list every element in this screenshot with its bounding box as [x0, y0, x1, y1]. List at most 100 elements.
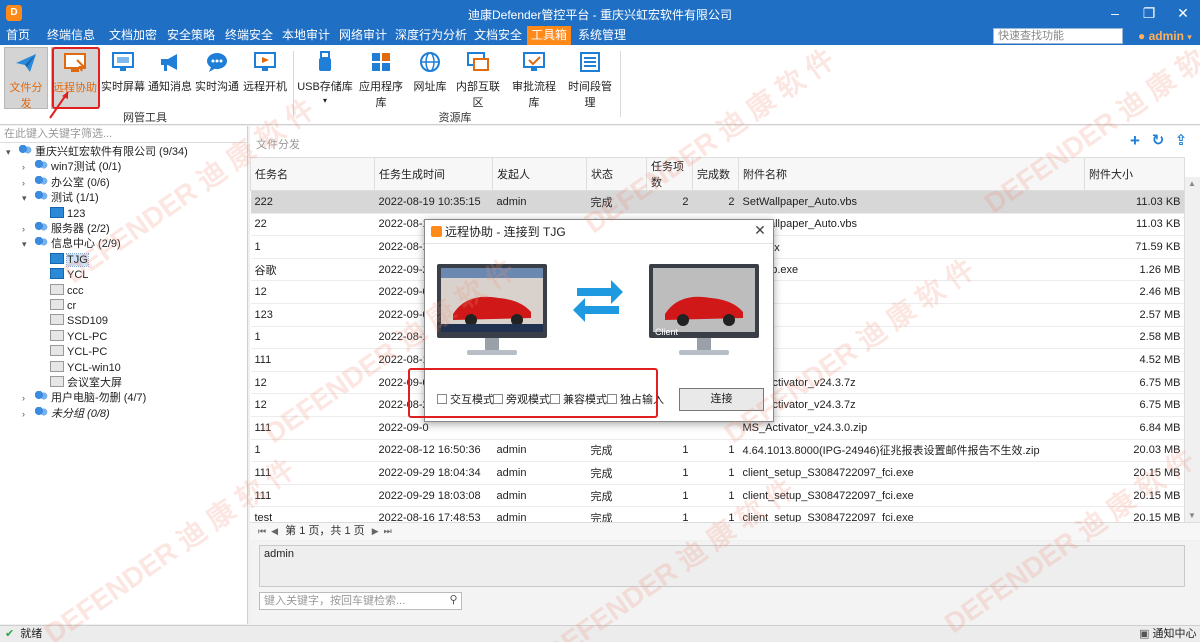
export-icon[interactable]: ⇪ [1172, 132, 1190, 150]
search-icon[interactable]: ⚲ [446, 593, 461, 609]
tree-node[interactable]: TJG [38, 252, 89, 268]
group-label-resources: 资源库 [438, 112, 472, 124]
tree-node[interactable]: ccc [38, 283, 84, 299]
connect-button[interactable]: 连接 [679, 388, 764, 411]
column-header[interactable]: 附件大小 [1084, 157, 1185, 191]
table-cell: 1 [646, 484, 693, 508]
user-menu[interactable]: ● admin ▾ [1138, 28, 1192, 45]
column-header[interactable]: 状态 [586, 157, 647, 191]
table-cell: 完成 [586, 439, 647, 463]
remote-boot-button[interactable]: 远程开机 [242, 47, 288, 109]
expand-right-icon[interactable]: › [22, 175, 34, 191]
tree-node[interactable]: 123 [38, 206, 85, 222]
table-cell: cx [738, 348, 1085, 372]
menu-bar: 首页 终端信息 文档加密 安全策略 终端安全 本地审计 网络审计 深度行为分析 … [0, 26, 1200, 45]
url-library-button[interactable]: 网址库 [410, 47, 450, 109]
usb-icon [319, 51, 331, 71]
table-row[interactable]: 111 2022-09-29 18:04:34 admin 完成 1 1 client_se… [250, 461, 1185, 485]
app-library-button[interactable]: 应用程序库 [355, 47, 407, 109]
column-header[interactable]: 附件名称 [738, 157, 1085, 191]
column-header[interactable]: 任务名 [250, 157, 375, 191]
table-cell: 111 [250, 416, 375, 440]
expand-down-icon[interactable]: ▾ [6, 144, 18, 160]
menu-doc-security[interactable]: 文档安全 [470, 26, 526, 45]
column-header[interactable]: 完成数 [692, 157, 739, 191]
table-row[interactable]: 222 2022-08-19 10:35:15 admin 完成 2 2 SetWallpa… [250, 190, 1185, 214]
scroll-down-icon[interactable]: ▼ [1188, 511, 1196, 520]
tree-node[interactable]: cr [38, 298, 76, 314]
menu-security-policy[interactable]: 安全策略 [162, 26, 220, 45]
column-header[interactable]: 发起人 [492, 157, 587, 191]
first-page-icon[interactable]: ⏮ [258, 526, 266, 536]
tree-node[interactable]: SSD109 [38, 313, 108, 329]
notify-message-button[interactable]: 通知消息 [148, 47, 192, 109]
tree-node-label: TJG [66, 252, 89, 267]
dialog-title: 远程协助 - 连接到 TJG [445, 225, 566, 239]
tree-node[interactable]: YCL [38, 267, 88, 283]
tree-node[interactable]: › win7测试 (0/1) [22, 159, 121, 175]
menu-network-audit[interactable]: 网络审计 [334, 26, 392, 45]
tree-node[interactable]: YCL-PC [38, 344, 107, 360]
tree-node[interactable]: ▾ 信息中心 (2/9) [22, 236, 121, 252]
usb-storage-button[interactable]: USB存储库 ▾ [297, 47, 353, 109]
pc-offline-icon [50, 345, 64, 357]
expand-down-icon[interactable]: ▾ [22, 236, 34, 252]
next-page-icon[interactable]: ▶ [372, 526, 379, 536]
tree-node[interactable]: ▾ 重庆兴虹宏软件有限公司 (9/34) [6, 144, 188, 160]
realtime-chat-button[interactable]: 实时沟通 [195, 47, 239, 109]
notify-message-label: 通知消息 [148, 81, 192, 93]
tree-node[interactable]: 会议室大屏 [38, 375, 122, 391]
dialog-close-button[interactable]: ✕ [751, 222, 769, 242]
column-header[interactable]: 任务生成时间 [374, 157, 493, 191]
table-scrollbar[interactable]: ▲ ▼ [1184, 177, 1200, 522]
table-cell: 2022-09-29 18:03:08 [374, 484, 493, 508]
tree-filter-input[interactable]: 在此键入关键字筛选... [0, 126, 248, 143]
table-cell: 20.03 MB [1084, 439, 1185, 463]
tree-node[interactable]: › 服务器 (2/2) [22, 221, 110, 237]
minimize-button[interactable]: – [1098, 0, 1132, 26]
tree-node-label: 重庆兴虹宏软件有限公司 (9/34) [35, 146, 188, 158]
close-button[interactable]: ✕ [1166, 0, 1200, 26]
scroll-up-icon[interactable]: ▲ [1188, 179, 1196, 188]
keyword-search-input[interactable]: 键入关键字，按回车键检索... [259, 592, 462, 610]
table-row[interactable]: 111 2022-09-29 18:03:08 admin 完成 1 1 client_se… [250, 484, 1185, 508]
tree-node[interactable]: YCL-win10 [38, 360, 121, 376]
prev-page-icon[interactable]: ◀ [271, 526, 278, 536]
menu-toolbox[interactable]: 工具箱 [527, 26, 571, 45]
menu-home[interactable]: 首页 [0, 26, 36, 45]
expand-right-icon[interactable]: › [22, 221, 34, 237]
expand-right-icon[interactable]: › [22, 390, 34, 406]
menu-behavior-analysis[interactable]: 深度行为分析 [392, 26, 470, 45]
intranet-zone-button[interactable]: 内部互联区 [452, 47, 504, 109]
expand-down-icon[interactable]: ▾ [22, 190, 34, 206]
expand-right-icon[interactable]: › [22, 159, 34, 175]
group-icon [34, 222, 48, 233]
table-cell: 12 [250, 280, 375, 304]
last-page-icon[interactable]: ⏭ [384, 526, 392, 536]
refresh-icon[interactable]: ↻ [1149, 132, 1167, 150]
group-icon [34, 175, 48, 187]
menu-doc-encrypt[interactable]: 文档加密 [104, 26, 162, 45]
tree-node[interactable]: ▾ 测试 (1/1) [22, 190, 99, 206]
approval-flow-button[interactable]: 审批流程库 [507, 47, 561, 109]
tree-node[interactable]: › 办公室 (0/6) [22, 175, 110, 191]
chat-bubble-icon [207, 53, 227, 72]
menu-terminal-info[interactable]: 终端信息 [40, 26, 102, 45]
quick-search-input[interactable]: 快速查找功能 [993, 28, 1123, 44]
table-row[interactable]: 1 2022-08-12 16:50:36 admin 完成 1 1 4.64.1013.8… [250, 439, 1185, 463]
menu-local-audit[interactable]: 本地审计 [278, 26, 334, 45]
maximize-button[interactable]: ❐ [1132, 0, 1166, 26]
realtime-screen-button[interactable]: 实时屏幕 [101, 47, 145, 109]
tree-node[interactable]: › 用户电脑-勿删 (4/7) [22, 390, 146, 406]
globe-icon [420, 52, 440, 72]
menu-terminal-security[interactable]: 终端安全 [220, 26, 278, 45]
ready-check-icon: ✔ [5, 628, 15, 640]
column-header[interactable]: 任务项数 [646, 157, 693, 191]
tree-node[interactable]: YCL-PC [38, 329, 107, 345]
notify-center[interactable]: ▣ 通知中心 [1139, 626, 1196, 642]
add-icon[interactable]: + [1126, 132, 1144, 150]
menu-system-manage[interactable]: 系统管理 [574, 26, 630, 45]
tree-node[interactable]: › 未分组 (0/8) [22, 406, 110, 422]
expand-right-icon[interactable]: › [22, 406, 34, 422]
time-period-button[interactable]: 时间段管理 [563, 47, 617, 109]
